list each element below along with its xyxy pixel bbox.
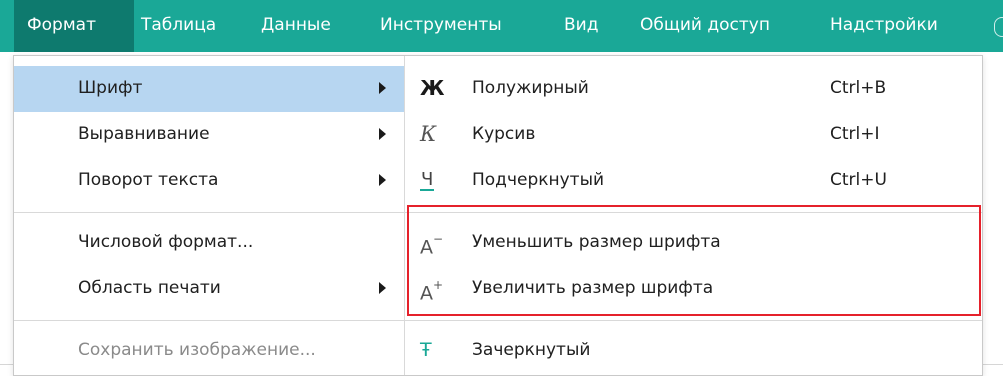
strikethrough-icon: Ŧ [420, 339, 432, 361]
underline-glyph: Ч [420, 169, 435, 191]
menu-addons[interactable]: Надстройки [830, 0, 938, 52]
menu-tools[interactable]: Инструменты [380, 0, 502, 52]
menu-sharing[interactable]: Общий доступ [640, 0, 770, 52]
submenu-item-label: Зачеркнутый [472, 340, 591, 360]
submenu-arrow-icon [379, 82, 386, 94]
menu-item-label: Числовой формат... [78, 232, 254, 252]
menu-item-label: Область печати [78, 278, 221, 298]
menu-data[interactable]: Данные [261, 0, 331, 52]
menu-item-label: Поворот текста [78, 170, 219, 190]
menu-separator [405, 320, 982, 321]
menu-item-alignment[interactable]: Выравнивание [14, 112, 404, 158]
more-menus-icon[interactable] [994, 17, 1003, 37]
submenu-arrow-icon [379, 282, 386, 294]
annotation-highlight-box [407, 205, 981, 316]
menu-item-print-area[interactable]: Область печати [14, 266, 404, 312]
submenu-item-label: Курсив [472, 124, 536, 144]
menu-view[interactable]: Вид [564, 0, 598, 52]
submenu-item-italic[interactable]: К Курсив Ctrl+I [405, 112, 982, 158]
menu-separator [14, 212, 404, 213]
menu-item-label: Сохранить изображение... [78, 340, 316, 360]
menu-item-save-image: Сохранить изображение... [14, 328, 404, 374]
italic-icon: К [420, 122, 437, 146]
shortcut-label: Ctrl+U [830, 170, 887, 190]
bold-icon: Ж [420, 76, 445, 100]
format-dropdown: Шрифт Выравнивание Поворот текста Числов… [13, 55, 983, 376]
shortcut-label: Ctrl+I [830, 124, 880, 144]
menu-item-label: Выравнивание [78, 124, 210, 144]
menu-format[interactable]: Формат [14, 0, 134, 52]
submenu-item-strikethrough[interactable]: Ŧ Зачеркнутый [405, 328, 982, 374]
submenu-item-label: Полужирный [472, 78, 589, 98]
menu-table[interactable]: Таблица [141, 0, 216, 52]
underline-icon: Ч [420, 158, 446, 202]
submenu-item-label: Подчеркнутый [472, 170, 605, 190]
menu-item-number-format[interactable]: Числовой формат... [14, 220, 404, 266]
menubar: Формат Таблица Данные Инструменты Вид Об… [0, 0, 1003, 52]
menu-item-label: Шрифт [78, 78, 143, 98]
submenu-item-underline[interactable]: Ч Подчеркнутый Ctrl+U [405, 158, 982, 204]
submenu-arrow-icon [379, 174, 386, 186]
menu-separator [14, 320, 404, 321]
shortcut-label: Ctrl+B [830, 78, 887, 98]
menu-item-text-rotation[interactable]: Поворот текста [14, 158, 404, 204]
submenu-arrow-icon [379, 128, 386, 140]
submenu-item-bold[interactable]: Ж Полужирный Ctrl+B [405, 66, 982, 112]
menu-item-font[interactable]: Шрифт [14, 66, 404, 112]
